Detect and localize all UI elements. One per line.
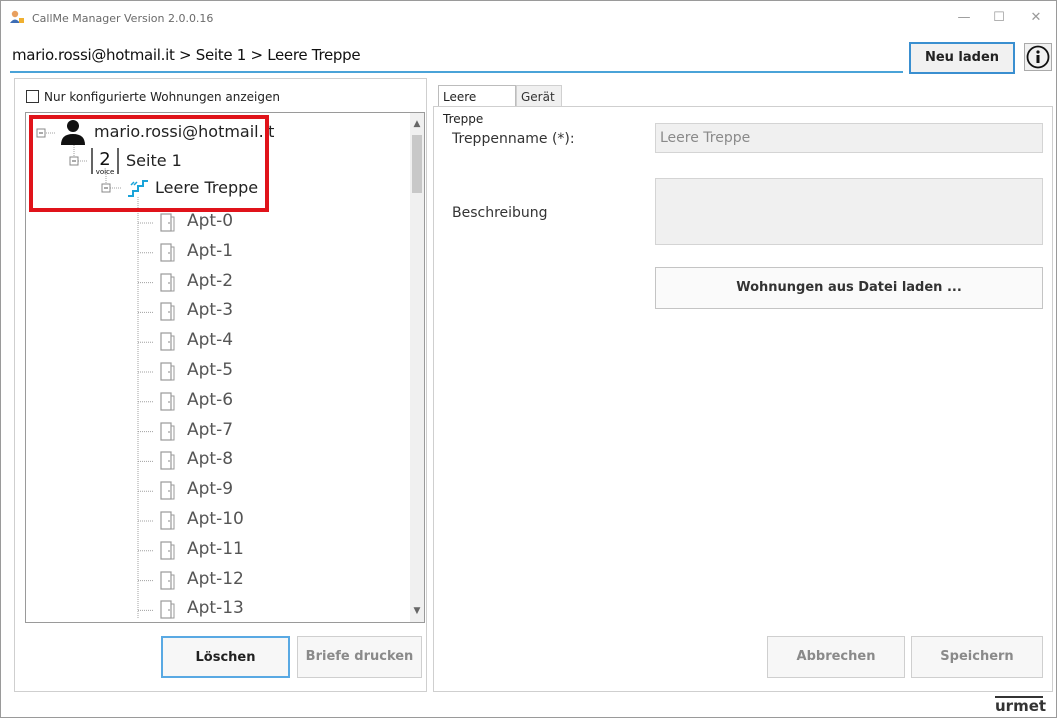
tree-staircase-node[interactable]: Leere Treppe [155,178,258,197]
staircase-name-input[interactable]: Leere Treppe [655,123,1043,153]
stairs-icon [128,180,148,197]
tab-device[interactable]: Gerät [516,85,562,107]
maximize-button[interactable]: ☐ [984,8,1014,28]
breadcrumb-underline [10,71,903,73]
door-icon [160,541,175,560]
tree-apartment-node[interactable]: Apt-1 [187,241,233,261]
minimize-button[interactable]: — [949,8,979,28]
tree-apartment-node[interactable]: Apt-8 [187,449,233,469]
svg-text:voice: voice [96,168,115,176]
tree-view[interactable]: mario.rossi@hotmail.it 2 voice Seite 1 L… [25,112,425,623]
door-icon [160,451,175,470]
door-icon [160,332,175,351]
door-icon [160,243,175,262]
door-icon [160,600,175,619]
info-icon [1026,45,1050,69]
door-icon [160,570,175,590]
delete-button[interactable]: Löschen [161,636,290,678]
reload-button[interactable]: Neu laden [909,42,1015,74]
door-icon [160,511,175,530]
info-button[interactable] [1024,43,1052,71]
tree-apartment-node[interactable]: Apt-7 [187,420,233,440]
tree-apartment-node[interactable]: Apt-6 [187,390,233,410]
configured-filter-checkbox[interactable]: Nur konfigurierte Wohnungen anzeigen [26,90,280,104]
tree-apartment-node[interactable]: Apt-13 [187,598,244,618]
tree-apartment-node[interactable]: Apt-5 [187,360,233,380]
door-icon [160,213,175,232]
tree-apartment-node[interactable]: Apt-10 [187,509,244,529]
staircase-name-label: Treppenname (*): [452,131,575,147]
user-app-icon [10,10,24,23]
tree-page-node[interactable]: Seite 1 [126,151,182,170]
tree-user-node[interactable]: mario.rossi@hotmail.it [94,122,274,141]
tab-staircase[interactable]: Leere Treppe [438,85,516,126]
window-title: CallMe Manager Version 2.0.0.16 [32,12,214,25]
title-bar: CallMe Manager Version 2.0.0.16 — ☐ ✕ [0,0,1057,32]
svg-text:2: 2 [99,149,110,170]
scroll-thumb[interactable] [412,135,422,193]
print-letters-button[interactable]: Briefe drucken [297,636,422,678]
cancel-button[interactable]: Abbrechen [767,636,905,678]
door-icon [160,302,175,321]
urmet-logo: urmet [995,696,1047,715]
door-icon [160,362,175,381]
door-icon [160,421,175,441]
2voice-icon: 2 voice [91,148,119,176]
door-icon [160,392,175,411]
load-apartments-button[interactable]: Wohnungen aus Datei laden ... [655,267,1043,309]
tree-apartment-node[interactable]: Apt-9 [187,479,233,499]
checkbox-label: Nur konfigurierte Wohnungen anzeigen [44,90,280,104]
tree-scrollbar[interactable]: ▲ ▼ [410,113,424,622]
tree-apartment-node[interactable]: Apt-0 [187,211,233,231]
tree-apartment-node[interactable]: Apt-2 [187,271,233,291]
scroll-down-arrow[interactable]: ▼ [410,604,424,618]
checkbox-box[interactable] [26,90,39,103]
tree-apartment-node[interactable]: Apt-4 [187,330,233,350]
scroll-up-arrow[interactable]: ▲ [410,117,424,131]
description-input[interactable] [655,178,1043,245]
user-icon [61,120,85,145]
description-label: Beschreibung [452,205,548,221]
door-icon [160,481,175,500]
tree-apartment-node[interactable]: Apt-3 [187,300,233,320]
tree-apartment-node[interactable]: Apt-11 [187,539,244,559]
door-icon [160,272,175,292]
close-button[interactable]: ✕ [1021,8,1051,28]
breadcrumb: mario.rossi@hotmail.it > Seite 1 > Leere… [12,46,361,64]
tree-apartment-node[interactable]: Apt-12 [187,569,244,589]
save-button[interactable]: Speichern [911,636,1043,678]
